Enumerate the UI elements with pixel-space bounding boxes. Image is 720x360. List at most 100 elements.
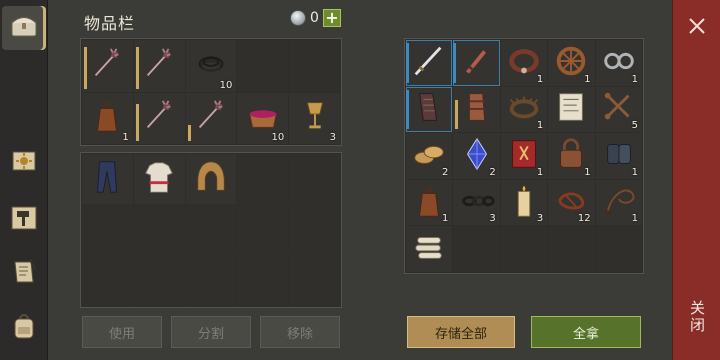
inventory-grid: 10 1 10 3 (80, 38, 342, 146)
storage-slot[interactable]: 12 (548, 179, 595, 226)
storage-slot[interactable] (406, 40, 453, 86)
storage-slot[interactable]: 3 (500, 179, 548, 226)
equipment-slot[interactable] (82, 154, 133, 204)
item-count: 1 (584, 166, 591, 178)
equipment-slot[interactable] (133, 154, 185, 204)
equipment-slot[interactable] (289, 205, 340, 255)
item-count: 3 (329, 132, 336, 143)
equipment-slot[interactable] (237, 256, 289, 306)
storage-slot[interactable] (406, 86, 453, 133)
quests-tab[interactable] (2, 252, 46, 296)
backpack-icon (8, 310, 40, 346)
equipment-slot[interactable] (185, 205, 237, 255)
storage-slot[interactable] (548, 86, 595, 133)
storage-slot[interactable]: 1 (595, 133, 642, 179)
inventory-slot[interactable]: 3 (289, 92, 340, 144)
scroll-bundle-icon (410, 228, 448, 270)
leather-bracer-icon (458, 88, 496, 130)
storage-slot[interactable]: 2 (406, 133, 453, 179)
split-button[interactable]: 分割 (171, 316, 251, 348)
remove-button[interactable]: 移除 (260, 316, 340, 348)
inventory-slot[interactable]: 10 (185, 40, 237, 92)
storage-slot[interactable] (406, 226, 453, 272)
equipment-slot[interactable] (82, 205, 133, 255)
storage-slot[interactable]: 2 (453, 133, 500, 179)
use-button[interactable]: 使用 (82, 316, 162, 348)
inventory-tab[interactable] (2, 6, 46, 50)
item-count: 1 (631, 213, 638, 225)
character-tab[interactable] (2, 306, 46, 350)
equipment-slot[interactable] (82, 256, 133, 306)
side-nav (0, 0, 48, 360)
take-all-button[interactable]: 全拿 (531, 316, 641, 348)
equipment-slot[interactable] (133, 256, 185, 306)
equipment-grid (80, 152, 342, 308)
item-count: 5 (631, 120, 638, 132)
shirt-icon (140, 158, 178, 200)
silver-coin-icon (290, 10, 306, 26)
store-all-button[interactable]: 存储全部 (407, 316, 515, 348)
item-count: 3 (489, 213, 496, 225)
durability-bar (84, 47, 87, 89)
item-count: 1 (536, 120, 544, 132)
mace-icon (192, 97, 230, 139)
storage-slot[interactable]: 1 (548, 133, 595, 179)
goblet-icon (296, 97, 334, 139)
storage-grid: 1 1 1 1 5 2 2 1 1 1 1 3 3 12 1 (404, 38, 644, 274)
item-count: 1 (442, 213, 449, 225)
journal-tab[interactable] (2, 140, 46, 184)
equipment-slot[interactable] (185, 154, 237, 204)
storage-slot[interactable] (595, 226, 642, 272)
leather-gauntlet-icon (410, 88, 448, 130)
storage-slot[interactable]: 1 (548, 40, 595, 86)
equipment-slot[interactable] (133, 205, 185, 255)
chest-icon (8, 10, 40, 46)
inventory-slot[interactable] (185, 92, 237, 144)
durability-bar (135, 103, 139, 141)
storage-slot[interactable] (453, 86, 500, 133)
parchment-map-icon (552, 88, 590, 130)
item-count: 12 (577, 213, 591, 225)
item-count: 1 (536, 73, 544, 85)
hammer-craft-icon (8, 202, 40, 238)
inventory-slot[interactable] (82, 40, 133, 92)
storage-slot[interactable] (500, 226, 548, 272)
storage-slot[interactable] (453, 40, 500, 86)
storage-slot[interactable]: 1 (500, 133, 548, 179)
durability-bar (135, 47, 139, 89)
inventory-slot[interactable]: 1 (82, 92, 133, 144)
page-title: 物品栏 (84, 14, 136, 33)
equipment-slot[interactable] (289, 256, 340, 306)
storage-slot[interactable]: 1 (500, 40, 548, 86)
inventory-slot[interactable]: 10 (237, 92, 289, 144)
equipment-slot[interactable] (237, 154, 289, 204)
storage-slot[interactable]: 5 (595, 86, 642, 133)
equipment-slot[interactable] (289, 154, 340, 204)
currency-count: 0 (310, 10, 319, 26)
equipment-slot[interactable] (185, 256, 237, 306)
storage-slot[interactable]: 1 (406, 179, 453, 226)
close-icon[interactable] (673, 8, 720, 44)
inventory-slot[interactable] (133, 40, 185, 92)
item-count: 1 (631, 166, 638, 178)
storage-slot[interactable] (548, 226, 595, 272)
item-count: 10 (271, 132, 285, 143)
add-currency-button[interactable]: + (322, 9, 341, 27)
storage-slot[interactable]: 1 (595, 179, 642, 226)
inventory-slot[interactable] (133, 92, 185, 144)
close-label[interactable]: 关闭 (687, 300, 708, 334)
inventory-slot[interactable] (289, 40, 340, 92)
durability-bar (187, 124, 191, 141)
storage-slot[interactable]: 1 (500, 86, 548, 133)
storage-slot[interactable]: 1 (595, 40, 642, 86)
equipment-slot[interactable] (237, 205, 289, 255)
inventory-slot[interactable] (237, 40, 289, 92)
mace-icon (140, 97, 178, 139)
crafting-tab[interactable] (2, 198, 46, 242)
storage-slot[interactable]: 3 (453, 179, 500, 226)
item-count: 1 (122, 132, 129, 143)
leather-flask-icon (88, 97, 126, 139)
storage-slot[interactable] (453, 226, 500, 272)
item-count: 2 (442, 166, 449, 178)
close-panel[interactable]: 关闭 (672, 0, 720, 360)
